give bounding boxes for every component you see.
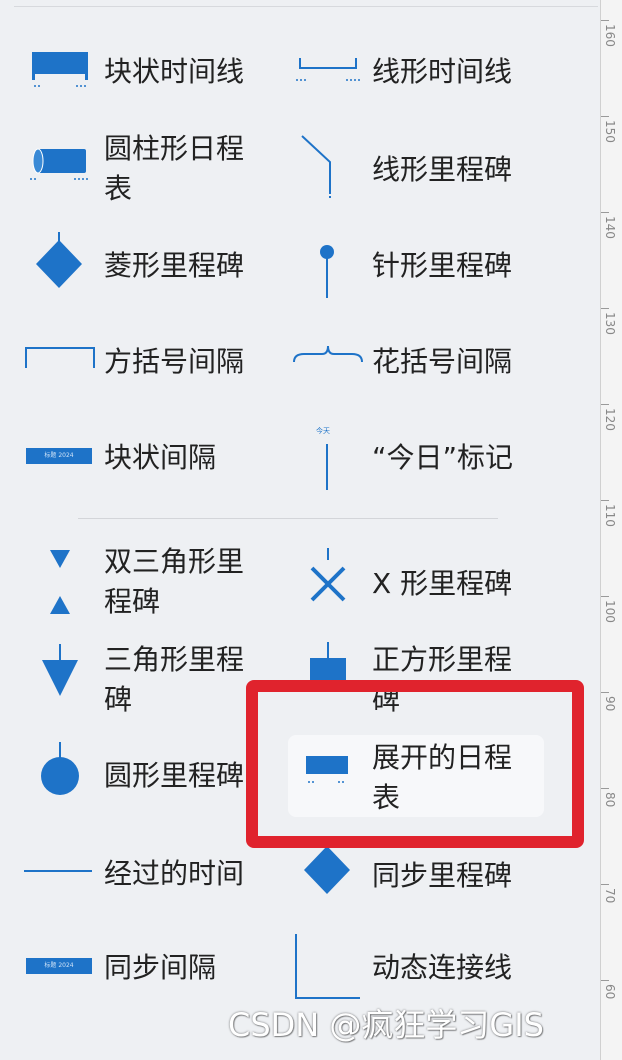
shape-label: 块状时间线 (104, 55, 245, 88)
shape-circle-milestone[interactable]: 圆形里程碑 (20, 738, 270, 808)
block-interval-icon: 标题 2024 (26, 448, 92, 464)
shape-label: 线形时间线 (372, 55, 513, 88)
ruler-label: 80 (603, 792, 617, 808)
ruler-tick (601, 980, 609, 981)
shape-label: 双三角形里程碑 (104, 545, 245, 618)
ruler-tick (601, 500, 609, 501)
ruler-tick (601, 692, 609, 693)
shape-label: 动态连接线 (372, 951, 513, 984)
elapsed-line-icon (24, 870, 92, 872)
ruler-label: 90 (603, 696, 617, 712)
shape-triangle-milestone[interactable]: 三角形里程碑 (20, 638, 270, 728)
pin-icon (320, 245, 334, 298)
ruler-tick (601, 212, 609, 213)
shape-elapsed-time[interactable]: 经过的时间 (20, 852, 270, 896)
x-mark-icon (310, 548, 346, 602)
ruler-label: 70 (603, 888, 617, 904)
shape-label: 三角形里程碑 (104, 643, 245, 716)
shape-line-timeline[interactable]: 线形时间线 (290, 40, 550, 100)
ruler-label: 100 (603, 600, 617, 623)
ruler-label: 150 (603, 120, 617, 143)
shapes-panel: 块状时间线 圆柱形日程表 菱形里程碑 方括号间隔 标题 2024 块状间隔 双三… (0, 0, 600, 1060)
shape-line-milestone[interactable]: 线形里程碑 (290, 128, 550, 208)
shape-double-triangle-milestone[interactable]: 双三角形里程碑 (20, 540, 270, 630)
ruler-label: 110 (603, 504, 617, 527)
connector-icon (295, 934, 360, 999)
shape-x-milestone[interactable]: X 形里程碑 (290, 544, 550, 624)
shape-label: 同步里程碑 (372, 859, 513, 892)
cylinder-icon (30, 148, 90, 180)
triangle-icon (42, 644, 78, 696)
ruler-tick (601, 788, 609, 789)
ruler-tick (601, 116, 609, 117)
vertical-ruler: 160 150 140 130 120 110 100 90 80 70 60 (600, 0, 622, 1060)
shape-block-timeline[interactable]: 块状时间线 (20, 40, 270, 100)
shape-sync-interval[interactable]: 标题 2024 同步间隔 (20, 946, 270, 990)
ruler-label: 140 (603, 216, 617, 239)
shape-label: 同步间隔 (104, 951, 217, 984)
shape-today-marker[interactable]: 今天 “今日”标记 (290, 424, 550, 496)
shape-label: 块状间隔 (104, 441, 217, 474)
diamond-icon (36, 232, 82, 288)
watermark: CSDN @疯狂学习GIS (228, 1006, 544, 1044)
shape-label: 圆柱形日程表 (104, 132, 245, 205)
bracket-icon (25, 347, 95, 368)
ruler-label: 120 (603, 408, 617, 431)
today-marker-line-icon (326, 444, 328, 490)
shape-cylinder-schedule[interactable]: 圆柱形日程表 (20, 125, 270, 215)
shape-pin-milestone[interactable]: 针形里程碑 (290, 232, 550, 302)
circle-icon (41, 742, 79, 795)
shape-label: 菱形里程碑 (104, 249, 245, 282)
ruler-label: 160 (603, 24, 617, 47)
shape-brace-interval[interactable]: 花括号间隔 (290, 338, 550, 388)
shape-label: 圆形里程碑 (104, 759, 245, 792)
ruler-label: 60 (603, 984, 617, 1000)
ruler-tick (601, 884, 609, 885)
shape-label: 经过的时间 (104, 857, 245, 890)
sync-interval-icon-text: 标题 2024 (44, 962, 74, 969)
top-divider (14, 6, 598, 7)
ruler-tick (601, 404, 609, 405)
line-milestone-icon (301, 135, 331, 200)
sync-interval-icon: 标题 2024 (26, 958, 92, 974)
ruler-tick (601, 20, 609, 21)
ruler-label: 130 (603, 312, 617, 335)
shape-dynamic-connector[interactable]: 动态连接线 (290, 928, 550, 1004)
today-icon-text: 今天 (316, 427, 330, 435)
shape-label: 线形里程碑 (372, 153, 513, 186)
shape-label: X 形里程碑 (372, 567, 513, 600)
brace-icon (293, 345, 363, 363)
block-timeline-icon (32, 52, 88, 87)
shape-block-interval[interactable]: 标题 2024 块状间隔 (20, 438, 270, 482)
highlight-annotation-box (246, 680, 584, 848)
ruler-tick (601, 308, 609, 309)
shape-diamond-milestone[interactable]: 菱形里程碑 (20, 232, 270, 296)
shape-label: 针形里程碑 (372, 249, 513, 282)
double-triangle-icon (50, 550, 70, 614)
shape-bracket-interval[interactable]: 方括号间隔 (20, 338, 270, 388)
section-divider (78, 518, 498, 519)
block-interval-icon-text: 标题 2024 (44, 452, 74, 459)
ruler-tick (601, 596, 609, 597)
shape-label: 方括号间隔 (104, 345, 245, 378)
shape-label: “今日”标记 (372, 441, 514, 474)
shape-label: 花括号间隔 (372, 345, 513, 378)
line-timeline-icon (296, 58, 360, 81)
